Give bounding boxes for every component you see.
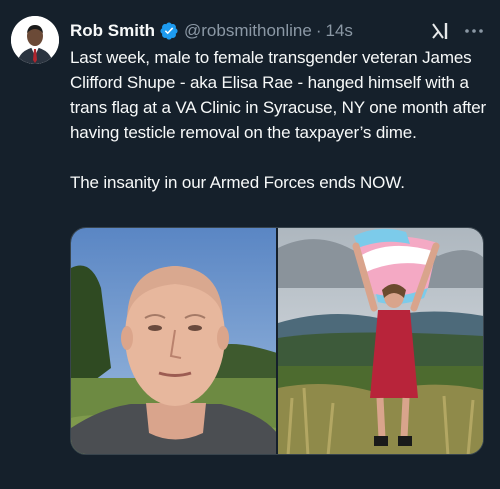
tweet-text: Last week, male to female transgender ve… [70, 45, 495, 195]
verified-badge-icon [159, 21, 179, 41]
tweet-paragraph: The insanity in our Armed Forces ends NO… [70, 173, 405, 192]
display-name[interactable]: Rob Smith [70, 21, 155, 41]
avatar[interactable] [11, 16, 59, 64]
separator-dot: · [315, 21, 322, 40]
media-photo-2[interactable] [278, 228, 483, 454]
more-options-icon[interactable] [462, 20, 486, 42]
media-photo-1[interactable] [71, 228, 276, 454]
timestamp[interactable]: 14s [326, 21, 353, 41]
handle[interactable]: @robsmithonline [184, 21, 312, 41]
grok-icon[interactable] [430, 20, 452, 42]
tweet[interactable]: Rob Smith @robsmithonline · 14s Last wee… [0, 0, 500, 489]
media-grid[interactable] [70, 227, 484, 455]
tweet-paragraph: Last week, male to female transgender ve… [70, 48, 487, 142]
tweet-header: Rob Smith @robsmithonline · 14s [70, 19, 353, 43]
